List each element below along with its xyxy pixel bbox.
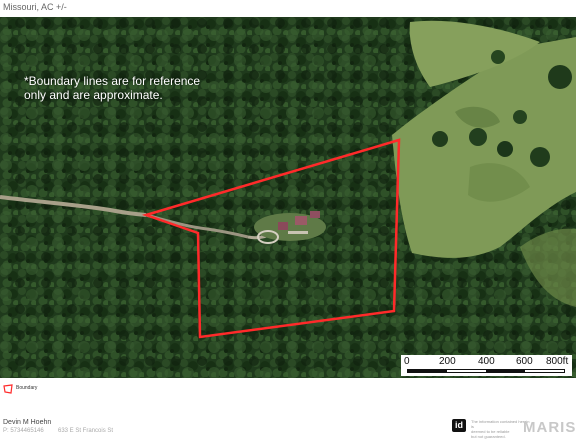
disclaimer-notice: The information contained herein is deem… [471, 419, 530, 439]
boundary-polygon-icon [3, 384, 13, 394]
scale-label-400: 400 [478, 356, 495, 367]
scale-bar-graphic [407, 369, 565, 373]
legend-label: Boundary [16, 385, 38, 391]
agent-detail: P: 5734465146 [3, 428, 44, 434]
scale-label-800ft: 800ft [546, 356, 569, 367]
scale-label-200: 200 [439, 356, 456, 367]
scale-label-600: 600 [516, 356, 533, 367]
boundary-disclaimer: *Boundary lines are for reference only a… [24, 74, 201, 102]
header-strip: Missouri, AC +/- [0, 0, 576, 17]
office-detail: 633 E St Francois St [58, 428, 114, 434]
aerial-imagery [0, 17, 576, 378]
brand-logo: MARIS [523, 419, 576, 436]
location-caption: Missouri, AC +/- [3, 2, 67, 12]
scale-bar: 0 200 400 600 800ft [401, 355, 572, 376]
aerial-map[interactable]: *Boundary lines are for reference only a… [0, 17, 576, 378]
scale-label-0: 0 [404, 356, 410, 367]
agent-name: Devin M Hoehn [3, 419, 52, 426]
id-badge-icon: id [452, 419, 466, 432]
